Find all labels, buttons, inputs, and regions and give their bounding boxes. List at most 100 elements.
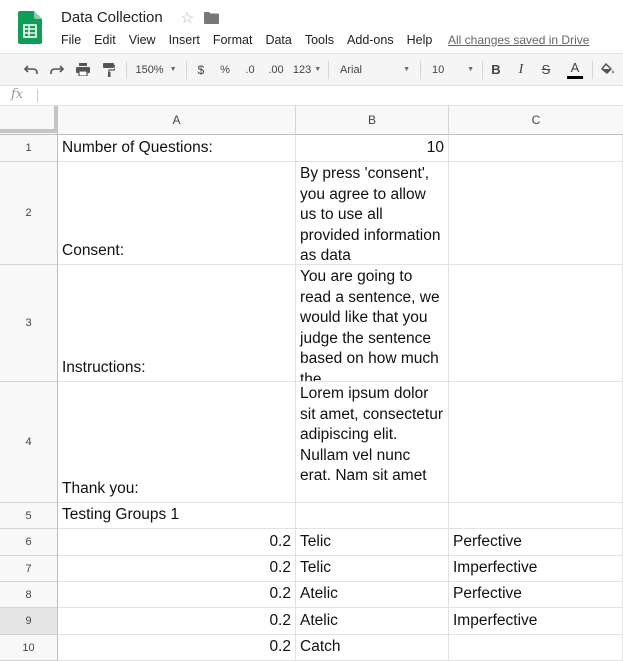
row-header[interactable]: 9: [0, 608, 58, 635]
fx-label: fx: [11, 87, 24, 102]
undo-button[interactable]: [20, 54, 42, 85]
chevron-down-icon: ▼: [467, 66, 474, 73]
column-header-a[interactable]: A: [58, 106, 296, 135]
cell-c7[interactable]: Imperfective: [449, 556, 623, 582]
font-family-value: Arial: [340, 63, 363, 76]
cell-a5[interactable]: Testing Groups 1: [58, 503, 296, 529]
row-header[interactable]: 7: [0, 556, 58, 582]
cell-a1[interactable]: Number of Questions:: [58, 135, 296, 162]
select-all-corner[interactable]: [0, 106, 58, 135]
row-header[interactable]: 5: [0, 503, 58, 529]
cell-text: Consent:: [62, 241, 125, 259]
menu-insert[interactable]: Insert: [169, 33, 200, 47]
menu-view[interactable]: View: [129, 33, 156, 47]
font-size-value: 10: [432, 63, 445, 76]
fill-color-button[interactable]: [598, 54, 618, 85]
cell-c8[interactable]: Perfective: [449, 582, 623, 608]
menu-file[interactable]: File: [61, 33, 81, 47]
toolbar: 150% ▼ $ % .0 .00 123 ▼ Arial ▼ 10 ▼ B I S A: [0, 53, 623, 86]
font-family-select[interactable]: Arial ▼: [336, 54, 414, 85]
menu-edit[interactable]: Edit: [94, 33, 116, 47]
star-icon[interactable]: ☆: [180, 8, 194, 28]
currency-format-button[interactable]: $: [192, 54, 210, 85]
fill-color-icon: [601, 63, 614, 75]
toolbar-divider: [482, 61, 483, 79]
undo-icon: [24, 64, 38, 74]
print-button[interactable]: [72, 54, 94, 85]
cell-text: Number of Questions:: [62, 138, 213, 156]
cell-text: Telic: [300, 532, 332, 550]
cell-a8[interactable]: 0.2: [58, 582, 296, 608]
toolbar-divider: [328, 61, 329, 79]
more-formats-select[interactable]: 123 ▼: [292, 54, 322, 85]
cell-b8[interactable]: Atelic: [296, 582, 449, 608]
cell-a6[interactable]: 0.2: [58, 529, 296, 556]
cell-text: Thank you:: [62, 479, 139, 497]
cell-a9[interactable]: 0.2: [58, 608, 296, 635]
row-header[interactable]: 2: [0, 162, 58, 265]
zoom-select[interactable]: 150% ▼: [132, 54, 180, 85]
cell-b6[interactable]: Telic: [296, 529, 449, 556]
cell-c4[interactable]: [449, 382, 623, 503]
text-color-swatch: [567, 75, 583, 79]
italic-button[interactable]: I: [512, 54, 530, 85]
cell-text: Atelic: [300, 584, 338, 602]
menu-tools[interactable]: Tools: [305, 33, 334, 47]
cell-b5[interactable]: [296, 503, 449, 529]
freeze-rows-handle[interactable]: [0, 129, 55, 133]
decrease-decimal-button[interactable]: .0: [240, 54, 260, 85]
bold-button[interactable]: B: [487, 54, 505, 85]
row-header[interactable]: 1: [0, 135, 58, 162]
cell-text: 10: [426, 138, 444, 156]
row-header[interactable]: 8: [0, 582, 58, 608]
row-header[interactable]: 3: [0, 265, 58, 382]
folder-icon[interactable]: [204, 12, 219, 24]
cell-c6[interactable]: Perfective: [449, 529, 623, 556]
menu-help[interactable]: Help: [407, 33, 433, 47]
sheets-logo-icon[interactable]: [18, 11, 42, 44]
increase-decimal-button[interactable]: .00: [265, 54, 287, 85]
paint-format-button[interactable]: [98, 54, 120, 85]
chevron-down-icon: ▼: [169, 66, 177, 73]
cell-c9[interactable]: Imperfective: [449, 608, 623, 635]
toolbar-divider: [592, 61, 593, 79]
cell-c10[interactable]: [449, 635, 623, 661]
row-header[interactable]: 6: [0, 529, 58, 556]
cell-text: Atelic: [300, 611, 338, 629]
document-title[interactable]: Data Collection: [61, 9, 163, 26]
save-status-link[interactable]: All changes saved in Drive: [448, 33, 589, 47]
cell-b4[interactable]: Lorem ipsum dolor sit amet, consectetur …: [296, 382, 449, 503]
row-header[interactable]: 10: [0, 635, 58, 661]
cell-c5[interactable]: [449, 503, 623, 529]
cell-b3[interactable]: You are going to read a sentence, we wou…: [296, 265, 449, 382]
cell-c3[interactable]: [449, 265, 623, 382]
cell-c1[interactable]: [449, 135, 623, 162]
percent-format-button[interactable]: %: [216, 54, 234, 85]
paint-format-icon: [103, 62, 115, 77]
menu-format[interactable]: Format: [213, 33, 253, 47]
menu-data[interactable]: Data: [265, 33, 291, 47]
cell-a10[interactable]: 0.2: [58, 635, 296, 661]
redo-button[interactable]: [46, 54, 68, 85]
strikethrough-button[interactable]: S: [537, 54, 555, 85]
font-size-select[interactable]: 10 ▼: [428, 54, 478, 85]
cell-b9[interactable]: Atelic: [296, 608, 449, 635]
column-header-b[interactable]: B: [296, 106, 449, 135]
row-header[interactable]: 4: [0, 382, 58, 503]
cell-c2[interactable]: [449, 162, 623, 265]
cell-a7[interactable]: 0.2: [58, 556, 296, 582]
column-header-c[interactable]: C: [449, 106, 623, 135]
decrease-decimal-label: .0: [245, 63, 255, 76]
cell-b1[interactable]: 10: [296, 135, 449, 162]
cell-b10[interactable]: Catch: [296, 635, 449, 661]
cell-a2[interactable]: Consent:: [58, 162, 296, 265]
menu-add-ons[interactable]: Add-ons: [347, 33, 394, 47]
cell-text: Catch: [300, 637, 341, 655]
toolbar-divider: [186, 61, 187, 79]
cell-a3[interactable]: Instructions:: [58, 265, 296, 382]
cell-b2[interactable]: By press 'consent', you agree to allow u…: [296, 162, 449, 265]
cell-b7[interactable]: Telic: [296, 556, 449, 582]
toolbar-divider: [126, 61, 127, 79]
cell-a4[interactable]: Thank you:: [58, 382, 296, 503]
text-color-button[interactable]: A: [564, 54, 586, 85]
